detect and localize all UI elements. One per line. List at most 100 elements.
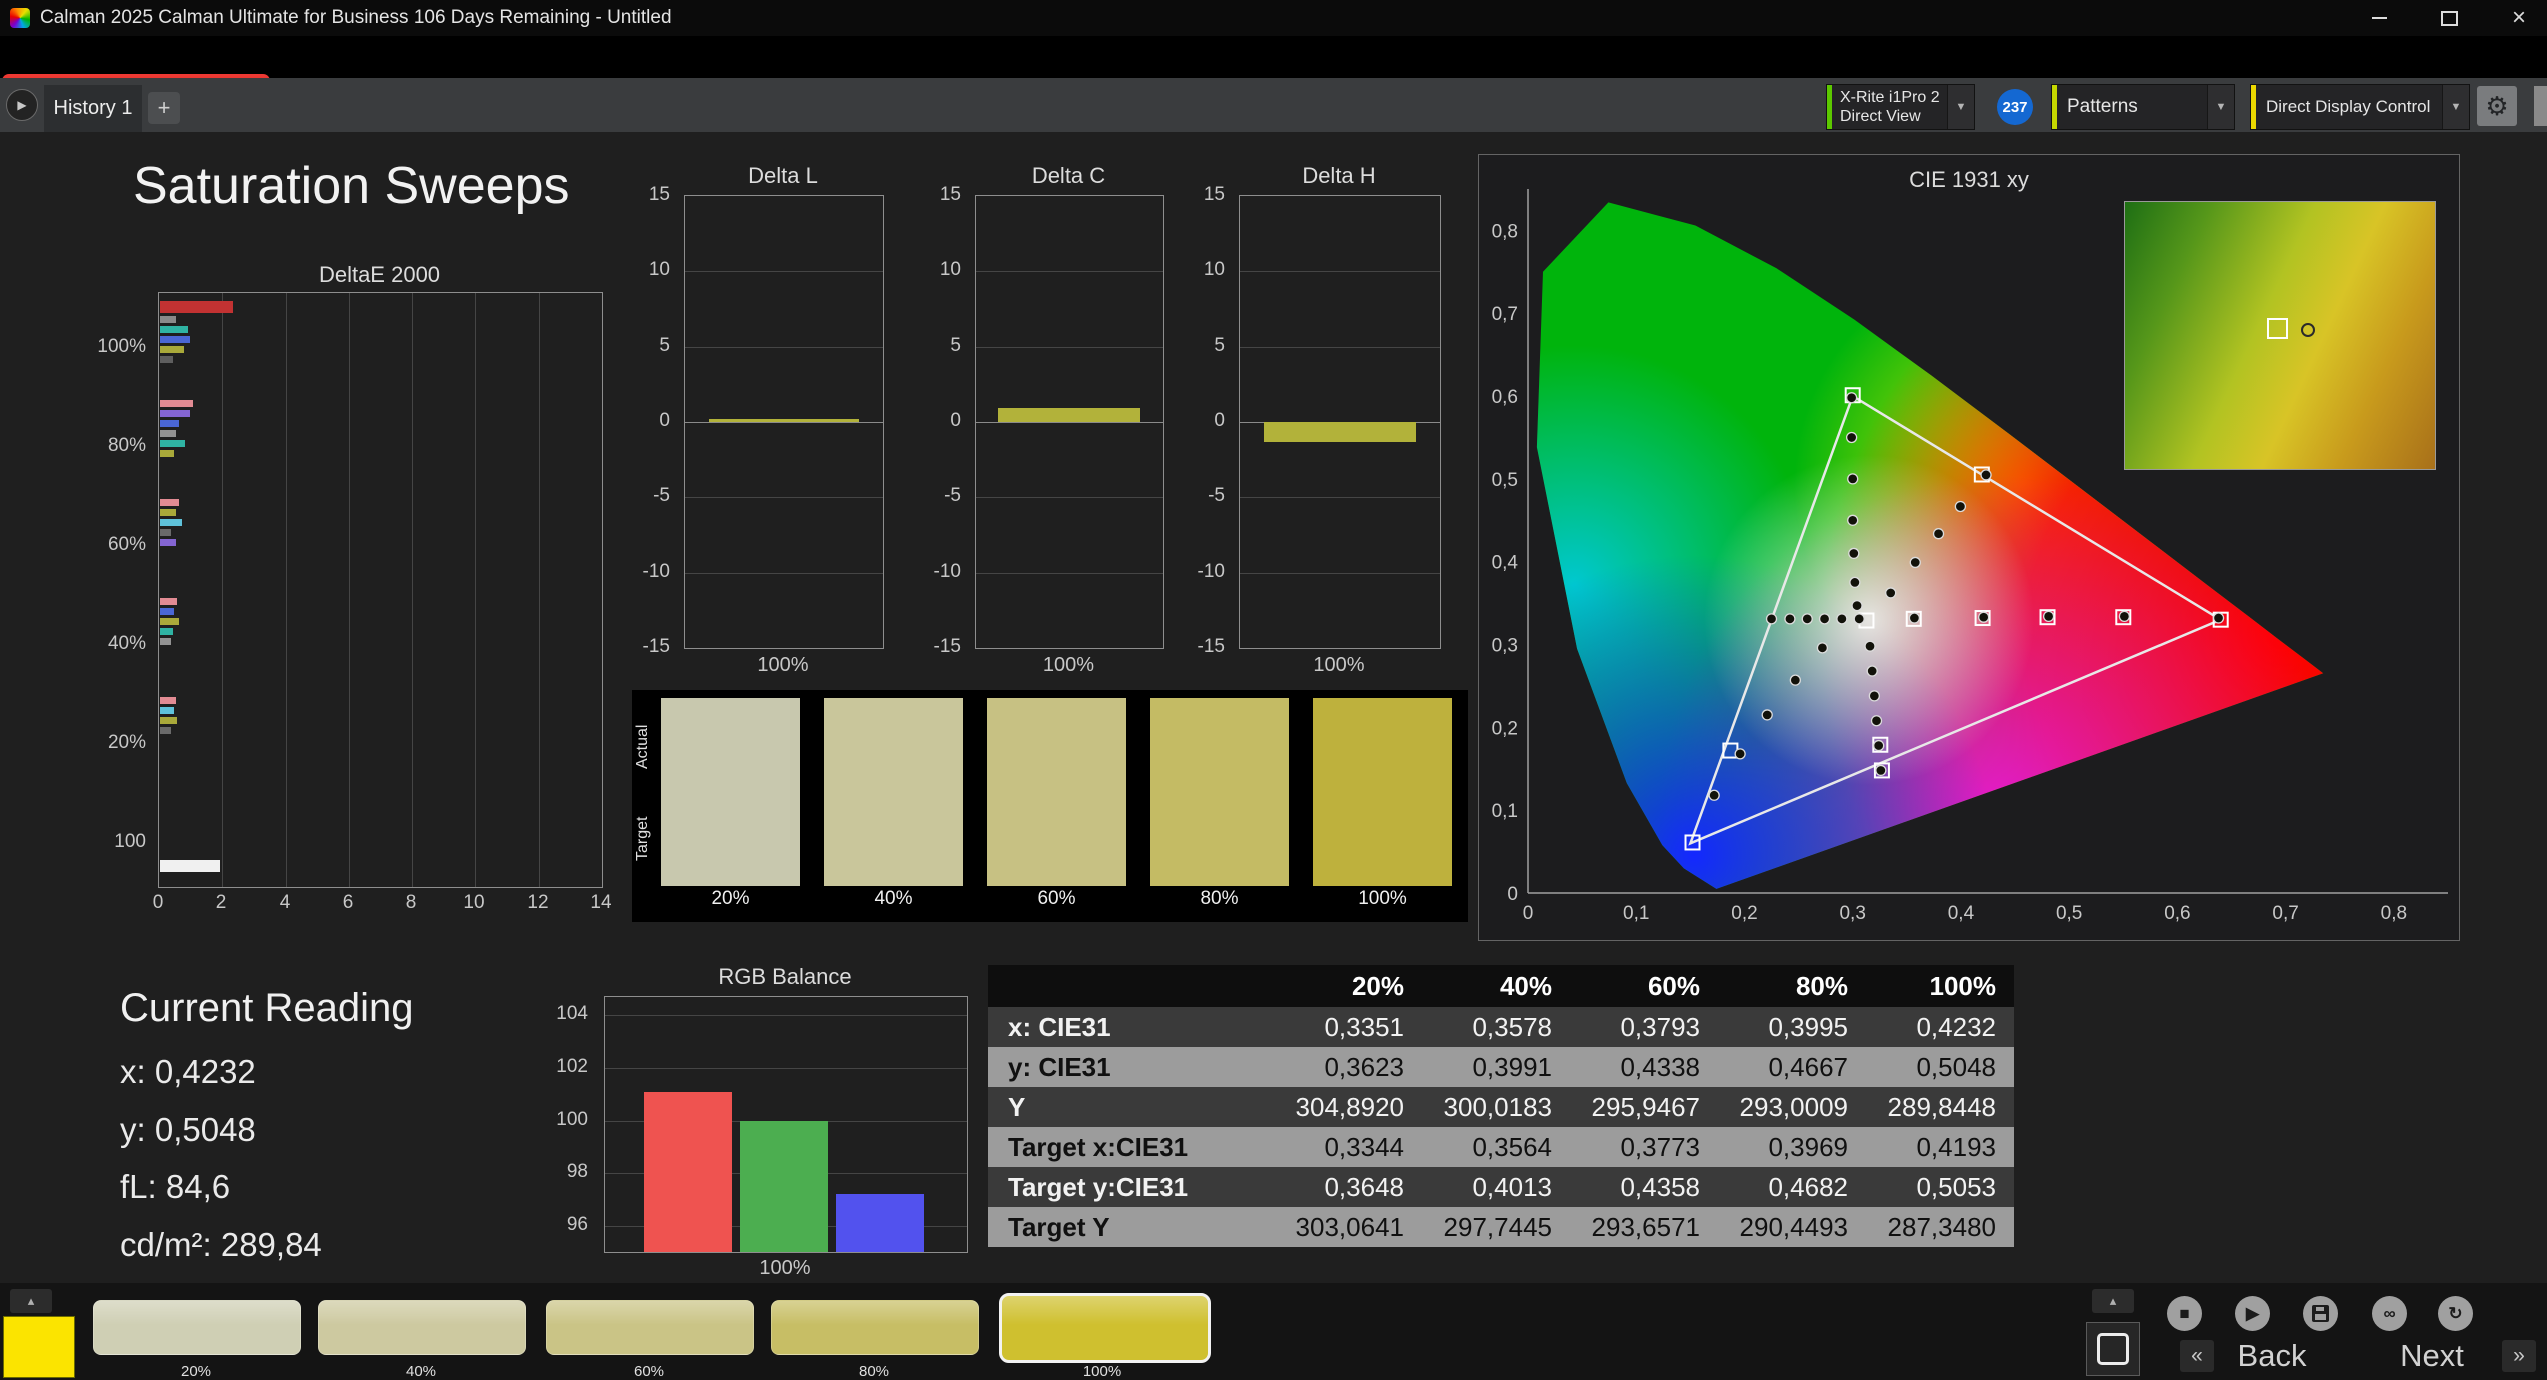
axis-tick-label: 100% bbox=[97, 336, 146, 357]
reading-x: x: 0,4232 bbox=[120, 1053, 256, 1090]
delta-c-y-axis: 15 10 5 0 -5 -10 -15 bbox=[919, 184, 969, 657]
axis-tick-label: -10 bbox=[933, 561, 961, 582]
axis-tick-label: 0,7 bbox=[2272, 903, 2298, 924]
axis-tick-label: 0 bbox=[1214, 410, 1225, 431]
cie-title: CIE 1931 xy bbox=[1909, 167, 2029, 192]
axis-tick-label: -15 bbox=[642, 636, 670, 657]
axis-tick-label: 0,7 bbox=[1492, 304, 1518, 325]
close-button[interactable]: × bbox=[2496, 0, 2542, 36]
target-label: Target bbox=[634, 816, 651, 862]
axis-tick-label: 0,2 bbox=[1492, 718, 1518, 739]
patterns-dropdown[interactable]: Patterns ▼ bbox=[2051, 84, 2235, 130]
measurement-table: 20% 40% 60% 80% 100% x: CIE31 0,3351 0,3578 0,37… bbox=[988, 965, 2014, 1247]
meter-label: X-Rite i1Pro 2 Direct View bbox=[1840, 88, 1940, 126]
gridline bbox=[349, 293, 350, 887]
actual-target-swatch-panel: Actual Target 20% 40% 60% 80% 100% bbox=[632, 690, 1468, 922]
minimize-icon bbox=[2371, 17, 2387, 19]
collapse-button[interactable]: ▴ bbox=[2092, 1289, 2134, 1313]
axis-tick-label: 5 bbox=[950, 335, 961, 356]
delta-c-title: Delta C bbox=[1031, 163, 1106, 188]
stop-button[interactable]: ■ bbox=[2167, 1296, 2202, 1331]
delta-bar bbox=[709, 419, 859, 422]
deltae-bar bbox=[160, 346, 184, 353]
table-header-cell: 60% bbox=[1570, 965, 1718, 1007]
add-tab-button[interactable]: + bbox=[148, 92, 180, 124]
collapse-button[interactable]: ▴ bbox=[10, 1289, 52, 1313]
table-cell: 297,7445 bbox=[1422, 1207, 1570, 1247]
table-cell: 300,0183 bbox=[1422, 1087, 1570, 1127]
back-button[interactable]: Back bbox=[2216, 1335, 2328, 1377]
pattern-step-60%[interactable] bbox=[546, 1300, 754, 1355]
table-row-label: Y bbox=[988, 1087, 1274, 1127]
meter-mode: Direct View bbox=[1840, 108, 1921, 125]
axis-tick-label: 10 bbox=[1203, 259, 1225, 280]
table-cell: 0,5053 bbox=[1866, 1167, 2014, 1207]
meter-dropdown[interactable]: X-Rite i1Pro 2 Direct View ▼ bbox=[1826, 84, 1975, 130]
next-button[interactable]: Next bbox=[2376, 1335, 2488, 1377]
axis-tick-label: 20% bbox=[107, 732, 146, 753]
reading-cdm2: cd/m²: 289,84 bbox=[120, 1226, 322, 1263]
axis-tick-label: 6 bbox=[342, 892, 354, 913]
gridline bbox=[976, 271, 1163, 272]
continuous-measure-button[interactable]: ∞ bbox=[2372, 1296, 2407, 1331]
cie-diagram-panel: 0 0,1 0,2 0,3 0,4 0,5 0,6 0,7 0,8 0 0,1 0,2 0,3 0,4 0,… bbox=[1478, 154, 2460, 941]
axis-tick-label: 40% bbox=[107, 633, 146, 654]
close-icon: × bbox=[2511, 4, 2526, 31]
settings-button[interactable]: ⚙ bbox=[2477, 86, 2517, 126]
rgb-bar-blue bbox=[836, 1194, 924, 1252]
delta-l-title: Delta L bbox=[748, 163, 818, 188]
measured-point bbox=[1845, 392, 1858, 404]
save-icon bbox=[2312, 1305, 2329, 1322]
table-cell: 293,0009 bbox=[1718, 1087, 1866, 1127]
tab-history-1[interactable]: History 1 bbox=[44, 85, 142, 132]
display-control-dropdown[interactable]: Direct Display Control ▼ bbox=[2250, 84, 2470, 130]
rgb-balance-chart bbox=[604, 996, 968, 1253]
measured-point bbox=[1978, 611, 1990, 623]
pattern-step-80%[interactable] bbox=[771, 1300, 979, 1355]
axis-tick-label: 100 bbox=[556, 1109, 588, 1130]
deltae-bar bbox=[160, 400, 194, 407]
delta-bar bbox=[998, 408, 1140, 422]
table-cell: 293,6571 bbox=[1570, 1207, 1718, 1247]
actual-label: Actual bbox=[634, 724, 651, 770]
table-cell: 0,3773 bbox=[1570, 1127, 1718, 1167]
previous-page-button[interactable]: « bbox=[2180, 1340, 2214, 1372]
axis-tick-label: -5 bbox=[653, 485, 670, 506]
measured-point bbox=[1853, 613, 1865, 625]
save-button[interactable] bbox=[2303, 1296, 2338, 1331]
table-cell: 287,3480 bbox=[1866, 1207, 2014, 1247]
axis-tick-label: 0,6 bbox=[1492, 387, 1518, 408]
pattern-step-40%[interactable] bbox=[318, 1300, 526, 1355]
history-nav-button[interactable]: ▶ bbox=[6, 89, 38, 121]
axis-tick-label: 15 bbox=[1203, 184, 1225, 205]
axis-tick-label: 0,5 bbox=[1492, 470, 1518, 491]
deltae-bar bbox=[160, 628, 173, 635]
measured-point bbox=[1908, 612, 1921, 624]
measured-point bbox=[2212, 612, 2225, 624]
minimize-button[interactable] bbox=[2356, 0, 2402, 36]
pattern-step-label: 100% bbox=[1082, 1363, 1122, 1380]
pattern-window-button[interactable] bbox=[2086, 1322, 2140, 1376]
gridline bbox=[976, 347, 1163, 348]
toolbar-edge-button[interactable] bbox=[2534, 86, 2547, 126]
pattern-step-20%[interactable] bbox=[93, 1300, 301, 1355]
inset-target-marker bbox=[2267, 318, 2288, 339]
play-button[interactable]: ▶ bbox=[2235, 1296, 2270, 1331]
pattern-window-icon bbox=[2097, 1333, 2129, 1365]
table-cell: 0,4667 bbox=[1718, 1047, 1866, 1087]
table-row-label: x: CIE31 bbox=[988, 1007, 1274, 1047]
pattern-step-100%[interactable] bbox=[999, 1293, 1211, 1363]
measured-point bbox=[1932, 528, 1945, 540]
refresh-button[interactable]: ↻ bbox=[2438, 1296, 2473, 1331]
gridline bbox=[1240, 347, 1440, 348]
measured-point bbox=[1836, 613, 1848, 625]
table-cell: 0,4682 bbox=[1718, 1167, 1866, 1207]
cie-inset-zoom bbox=[2124, 201, 2436, 470]
gridline bbox=[539, 293, 540, 887]
next-page-button[interactable]: » bbox=[2502, 1340, 2536, 1372]
deltae-chart bbox=[158, 292, 603, 888]
patterns-accent-stripe bbox=[2052, 85, 2057, 129]
axis-tick-label: -15 bbox=[1197, 636, 1225, 657]
axis-tick-label: 12 bbox=[527, 892, 549, 913]
restore-button[interactable] bbox=[2426, 0, 2472, 36]
